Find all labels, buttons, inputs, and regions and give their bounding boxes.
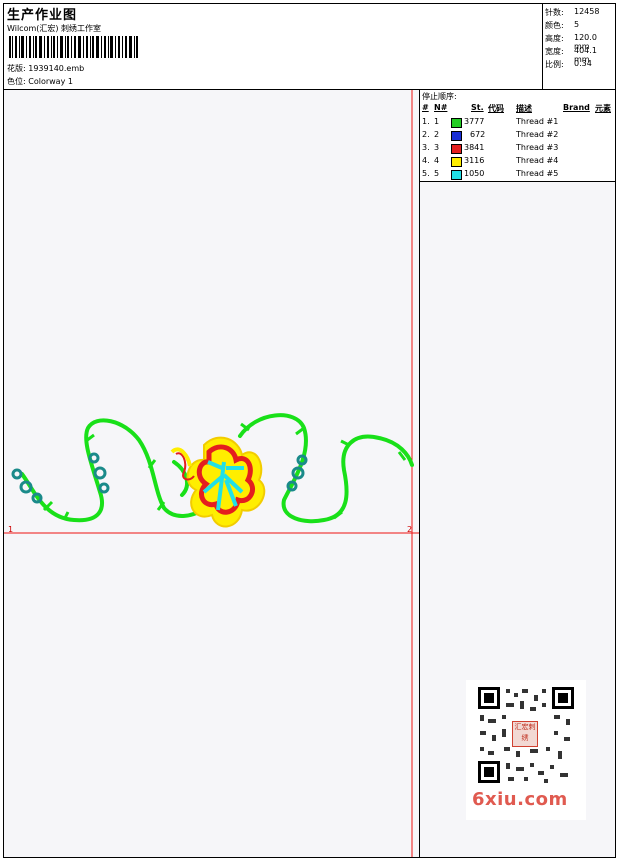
- row-index: 2.: [422, 130, 430, 139]
- colors-label: 颜色:: [545, 21, 564, 30]
- watermark-site: 6xiu.com: [472, 789, 568, 810]
- watermark: 汇宏刺绣 6xiu.com: [466, 680, 586, 820]
- design-label: 花版:: [7, 64, 26, 73]
- header: 生产作业图 Wilcom(汇宏) 刺绣工作室 花版: 1939140.emb 色…: [4, 4, 615, 90]
- thread-desc: Thread #3: [516, 143, 559, 152]
- design-line: 花版: 1939140.emb: [7, 63, 84, 74]
- width-label: 宽度:: [545, 47, 564, 56]
- row-number: 5: [434, 169, 440, 178]
- thread-code: 3777: [464, 117, 485, 126]
- thread-code: 3116: [464, 156, 485, 165]
- thread-swatch: [451, 170, 462, 180]
- end-marker: 2: [407, 525, 413, 534]
- embroidery-preview: [4, 90, 419, 857]
- watermark-stamp: 汇宏刺绣: [512, 721, 538, 747]
- col-brand: Brand: [563, 103, 590, 112]
- row-index: 1.: [422, 117, 430, 126]
- page-title: 生产作业图: [7, 8, 78, 23]
- thread-swatch: [451, 118, 462, 128]
- thread-desc: Thread #5: [516, 169, 559, 178]
- thread-row: 4. 4 3116 Thread #4: [420, 156, 615, 168]
- row-number: 3: [434, 143, 440, 152]
- height-label: 高度:: [545, 34, 564, 43]
- col-num: N#: [434, 103, 448, 112]
- row-number: 2: [434, 130, 440, 139]
- colorway-label: 色位:: [7, 77, 26, 86]
- colors-value: 5: [574, 20, 580, 29]
- col-desc: 描述: [516, 104, 532, 113]
- thread-row: 5. 5 1050 Thread #5: [420, 169, 615, 181]
- thread-desc: Thread #2: [516, 130, 559, 139]
- row-index: 5.: [422, 169, 430, 178]
- thread-legend: 停止顺序: # N# St. 代码 描述 Brand 元素 1. 1 3777 …: [420, 90, 615, 182]
- col-element: 元素: [595, 104, 611, 113]
- thread-swatch: [451, 157, 462, 167]
- row-index: 4.: [422, 156, 430, 165]
- thread-desc: Thread #1: [516, 117, 559, 126]
- thread-code: 3841: [464, 143, 485, 152]
- stitches-label: 针数:: [545, 8, 564, 17]
- col-code: 代码: [488, 104, 504, 113]
- colorway-value: Colorway 1: [28, 77, 73, 86]
- design-canvas: 1 2: [4, 90, 420, 857]
- thread-row: 1. 1 3777 Thread #1: [420, 117, 615, 129]
- thread-row: 3. 3 3841 Thread #3: [420, 143, 615, 155]
- scale-value: 0.34: [574, 59, 592, 68]
- colorway-line: 色位: Colorway 1: [7, 76, 73, 87]
- start-marker: 1: [8, 525, 14, 534]
- barcode: [9, 36, 138, 58]
- row-number: 1: [434, 117, 440, 126]
- thread-code: 1050: [464, 169, 485, 178]
- company-name: Wilcom(汇宏) 刺绣工作室: [7, 24, 102, 33]
- thread-swatch: [451, 144, 462, 154]
- design-file: 1939140.emb: [28, 64, 85, 73]
- row-index: 3.: [422, 143, 430, 152]
- thread-row: 2. 2 672 Thread #2: [420, 130, 615, 142]
- scale-label: 比例:: [545, 60, 564, 69]
- thread-desc: Thread #4: [516, 156, 559, 165]
- col-hash: #: [422, 103, 429, 112]
- row-number: 4: [434, 156, 440, 165]
- thread-swatch: [451, 131, 462, 141]
- thread-code: 672: [470, 130, 486, 139]
- stitches-value: 12458: [574, 7, 600, 16]
- col-stop: St.: [471, 103, 484, 112]
- header-info: 生产作业图 Wilcom(汇宏) 刺绣工作室 花版: 1939140.emb 色…: [4, 4, 543, 89]
- legend-title: 停止顺序:: [422, 92, 457, 101]
